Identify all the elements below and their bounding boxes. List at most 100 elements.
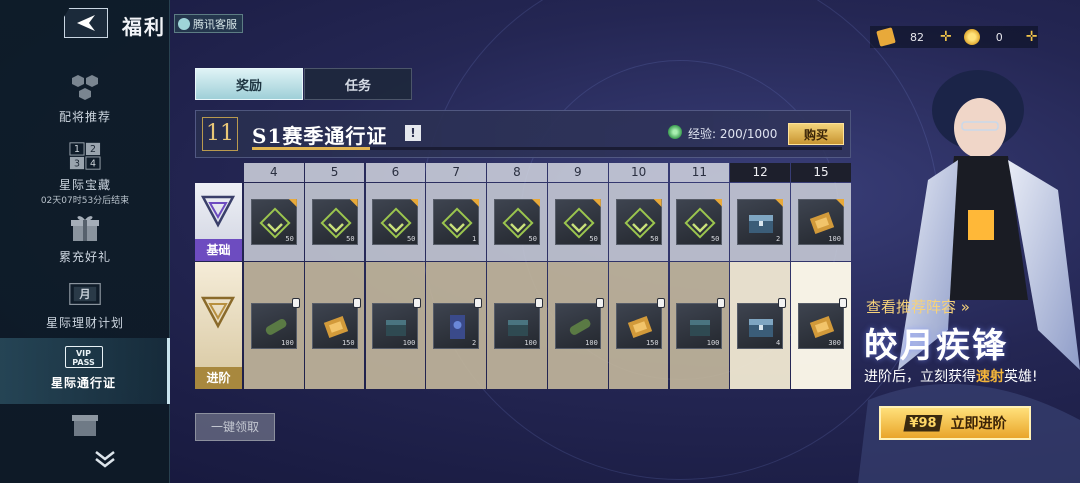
advanced-reward-item[interactable]: 150: [311, 297, 361, 349]
advanced-reward-item[interactable]: 100: [493, 297, 543, 349]
svg-text:3: 3: [74, 158, 80, 169]
advanced-reward-cell: 100: [548, 262, 608, 389]
basic-reward-cell: 50: [244, 183, 304, 261]
basic-reward-item[interactable]: 50: [311, 199, 358, 245]
advanced-track-emblem: [201, 296, 235, 329]
lock-icon: [656, 297, 665, 308]
info-icon[interactable]: !: [405, 125, 421, 141]
basic-reward-item[interactable]: 50: [615, 199, 662, 245]
chevron-down-icon[interactable]: [92, 449, 118, 469]
advanced-reward-item[interactable]: 100: [676, 297, 726, 349]
advanced-reward-cell: 100: [365, 262, 426, 389]
reward-quantity: 50: [710, 235, 720, 243]
tab-rewards[interactable]: 奖励: [195, 68, 303, 100]
customer-service-label: 腾讯客服: [193, 17, 237, 31]
reward-quantity: 50: [528, 235, 537, 243]
basic-reward-item[interactable]: 50: [493, 199, 540, 245]
view-lineup-link[interactable]: 查看推荐阵容 »: [866, 296, 970, 317]
calendar-month-icon: 月: [69, 278, 101, 310]
number-grid-icon: 1 2 3 4: [69, 140, 101, 172]
basic-reward-cell: 50: [304, 183, 365, 261]
upgrade-pass-button[interactable]: ¥98 立即进阶: [879, 406, 1031, 440]
pass-level: 11: [202, 117, 238, 151]
basic-reward-item[interactable]: 50: [676, 199, 723, 245]
basic-track-emblem: [201, 195, 235, 228]
reward-quantity: 1: [471, 235, 477, 243]
exp-text: 经验: 200/1000: [688, 127, 778, 141]
rarity-corner: [653, 199, 662, 207]
basic-reward-item[interactable]: 50: [372, 199, 419, 245]
basic-reward-item[interactable]: 1: [433, 199, 480, 245]
rarity-corner: [288, 199, 297, 207]
promo-subtitle: 进阶后，立刻获得速射英雄!: [864, 369, 1038, 385]
reward-quantity: 2: [775, 235, 781, 243]
claim-all-button[interactable]: 一键领取: [195, 413, 275, 441]
basic-reward-cell: 50: [548, 183, 608, 261]
rarity-corner: [835, 199, 844, 207]
reward-quantity: 50: [406, 235, 416, 243]
lock-icon: [778, 297, 787, 308]
lock-icon: [595, 297, 604, 308]
add-coin-button[interactable]: ✛: [1026, 29, 1038, 45]
exp-progress-bar: [252, 147, 842, 150]
advanced-reward-item[interactable]: 100: [250, 297, 300, 349]
advanced-reward-item[interactable]: 2: [433, 297, 483, 349]
basic-tag: 基础: [195, 239, 242, 261]
svg-text:2: 2: [90, 144, 96, 155]
advanced-reward-item[interactable]: 4: [737, 297, 787, 349]
sidebar-item-treasure[interactable]: 1 2 3 4 星际宝藏 02天07时53分后结束: [0, 140, 170, 206]
advanced-reward-cell: 2: [426, 262, 486, 389]
advanced-tag: 进阶: [195, 367, 242, 389]
exp-icon: [668, 125, 682, 139]
basic-reward-item[interactable]: 100: [797, 199, 844, 245]
arrow-left-icon: [77, 15, 95, 31]
reward-quantity: 50: [285, 235, 294, 243]
rarity-corner: [531, 199, 540, 207]
reward-quantity: 4: [775, 338, 781, 347]
lock-icon: [534, 297, 543, 308]
basic-reward-item[interactable]: 50: [554, 199, 601, 245]
sidebar-item-finance-plan[interactable]: 月 星际理财计划: [0, 278, 170, 336]
currency-bar: 82 ✛ 0 ✛: [870, 26, 1038, 48]
sidebar-item-label: 星际宝藏: [58, 178, 111, 192]
advanced-reward-item[interactable]: 100: [372, 297, 422, 349]
advanced-reward-item[interactable]: 300: [797, 297, 847, 349]
vip-pass-icon: VIP PASS: [64, 346, 103, 368]
headset-icon: [178, 17, 190, 30]
level-column-header: 12: [730, 163, 790, 182]
sidebar-item-recharge-gift[interactable]: 累充好礼: [0, 212, 170, 268]
sidebar-item-more[interactable]: [0, 414, 170, 440]
basic-reward-item[interactable]: 50: [250, 199, 297, 245]
promo-title: 皎月疾锋: [864, 326, 1008, 366]
reward-quantity: 150: [341, 338, 355, 347]
sidebar-item-battle-pass[interactable]: VIP PASS 星际通行证: [0, 338, 170, 404]
reward-quantity: 50: [650, 235, 659, 243]
advanced-reward-item[interactable]: 150: [615, 297, 665, 349]
advanced-reward-cell: 300: [791, 262, 851, 389]
level-column-header: 10: [608, 163, 669, 182]
level-column-header: 7: [426, 163, 486, 182]
rarity-corner: [471, 199, 480, 207]
upgrade-label: 立即进阶: [950, 416, 1007, 432]
ticket-count: 82: [910, 30, 924, 44]
reward-quantity: 100: [828, 235, 841, 243]
back-button[interactable]: [64, 8, 108, 38]
advanced-reward-cell: 100: [487, 262, 547, 389]
advanced-reward-cell: 150: [608, 262, 669, 389]
hexagon-cluster-icon: [69, 72, 101, 104]
basic-reward-cell: 50: [608, 183, 669, 261]
gold-coin-icon: [963, 29, 980, 45]
lock-icon: [352, 297, 361, 308]
advanced-track-label: 进阶: [195, 262, 242, 389]
buy-level-button[interactable]: 购买: [788, 123, 844, 145]
sidebar-item-label: 星际理财计划: [45, 316, 124, 330]
basic-reward-item[interactable]: 2: [737, 199, 784, 245]
add-ticket-button[interactable]: ✛: [940, 29, 952, 45]
box-icon: [72, 415, 98, 436]
advanced-reward-item[interactable]: 100: [554, 297, 604, 349]
tab-tasks[interactable]: 任务: [304, 68, 412, 100]
svg-text:4: 4: [90, 158, 96, 169]
rarity-corner: [775, 199, 784, 207]
customer-service-button[interactable]: 腾讯客服: [174, 14, 243, 33]
sidebar-item-lineup[interactable]: 配将推荐: [0, 72, 170, 134]
